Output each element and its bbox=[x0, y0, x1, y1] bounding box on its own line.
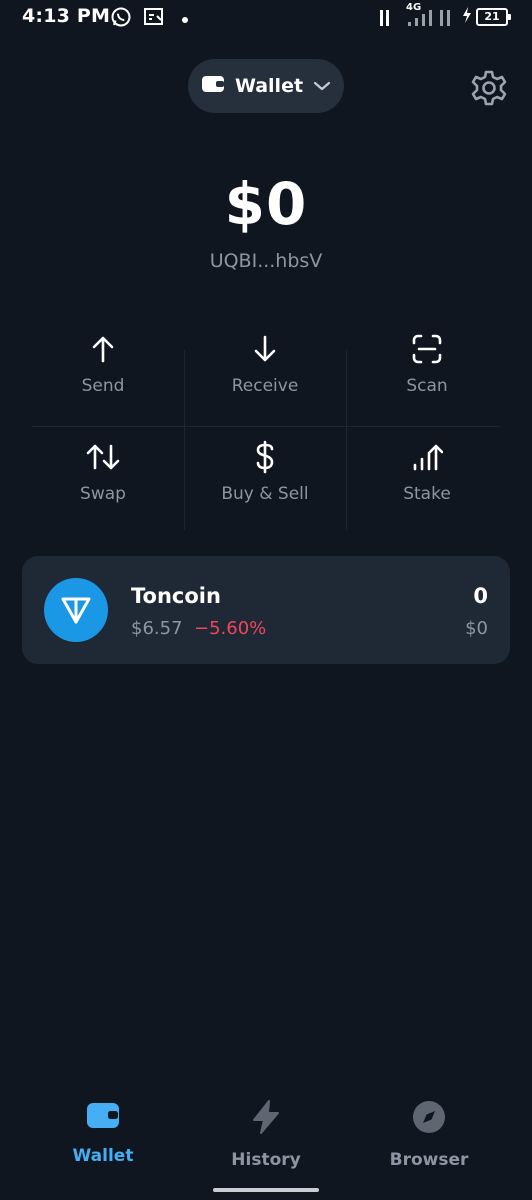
arrow-up-icon bbox=[90, 332, 116, 366]
network-type-label: 4G bbox=[406, 2, 422, 13]
compass-icon bbox=[412, 1100, 446, 1138]
toncoin-icon bbox=[44, 578, 108, 642]
swap-button[interactable]: Swap bbox=[22, 428, 184, 532]
lightning-icon bbox=[249, 1100, 283, 1138]
wallet-switcher-label: Wallet bbox=[234, 75, 304, 97]
buy-sell-label: Buy & Sell bbox=[221, 484, 309, 504]
scan-icon bbox=[411, 332, 443, 366]
receive-label: Receive bbox=[231, 376, 299, 396]
scan-button[interactable]: Scan bbox=[346, 320, 508, 424]
swap-icon bbox=[85, 440, 121, 474]
notification-dot-icon bbox=[180, 10, 190, 29]
wallet-address[interactable]: UQBI...hbsV bbox=[0, 250, 532, 272]
gear-icon bbox=[469, 70, 509, 112]
stake-label: Stake bbox=[403, 484, 451, 504]
total-balance: $0 bbox=[224, 170, 308, 238]
token-fiat-value: $0 bbox=[465, 618, 488, 639]
stake-button[interactable]: Stake bbox=[346, 428, 508, 532]
whatsapp-icon bbox=[110, 6, 132, 32]
token-name: Toncoin bbox=[131, 584, 221, 608]
nav-history-label: History bbox=[231, 1150, 301, 1170]
send-button[interactable]: Send bbox=[22, 320, 184, 424]
wallet-switcher-button[interactable]: Wallet bbox=[188, 59, 344, 113]
grid-divider bbox=[32, 426, 500, 427]
token-row-toncoin[interactable]: Toncoin $6.57 −5.60% 0 $0 bbox=[22, 556, 510, 664]
stake-icon bbox=[411, 440, 443, 474]
send-label: Send bbox=[81, 376, 125, 396]
status-right-group: 4G 21 bbox=[380, 2, 511, 28]
nav-wallet-label: Wallet bbox=[72, 1146, 134, 1166]
settings-button[interactable] bbox=[469, 68, 509, 108]
nav-browser[interactable]: Browser bbox=[354, 1100, 504, 1170]
charging-icon bbox=[462, 7, 472, 27]
bottom-nav: Wallet History Browser bbox=[0, 1090, 532, 1180]
wallet-icon bbox=[86, 1100, 120, 1134]
scan-label: Scan bbox=[406, 376, 448, 396]
screen-cast-icon bbox=[143, 6, 165, 32]
arrow-down-icon bbox=[252, 332, 278, 366]
chevron-down-icon bbox=[313, 77, 331, 96]
token-price: $6.57 bbox=[131, 618, 183, 639]
nav-history[interactable]: History bbox=[191, 1100, 341, 1170]
receive-button[interactable]: Receive bbox=[184, 320, 346, 424]
action-grid: Send Receive Scan Swap Buy & Sell Stake bbox=[22, 320, 510, 530]
home-indicator[interactable] bbox=[213, 1188, 319, 1192]
dollar-icon bbox=[254, 440, 276, 474]
wallet-screen: 4:13 PM 4G 21 Wallet $0 UQBI...hbsV Send… bbox=[0, 0, 532, 1200]
swap-label: Swap bbox=[80, 484, 126, 504]
buy-sell-button[interactable]: Buy & Sell bbox=[184, 428, 346, 532]
nav-browser-label: Browser bbox=[389, 1150, 469, 1170]
token-price-change: −5.60% bbox=[194, 618, 267, 639]
status-time: 4:13 PM bbox=[22, 5, 111, 27]
wallet-icon bbox=[201, 74, 225, 98]
signal-icon: 4G bbox=[380, 2, 458, 28]
status-bar: 4:13 PM 4G 21 bbox=[0, 0, 532, 36]
battery-icon: 21 bbox=[476, 8, 511, 26]
token-amount: 0 bbox=[473, 584, 488, 608]
nav-wallet[interactable]: Wallet bbox=[28, 1100, 178, 1166]
